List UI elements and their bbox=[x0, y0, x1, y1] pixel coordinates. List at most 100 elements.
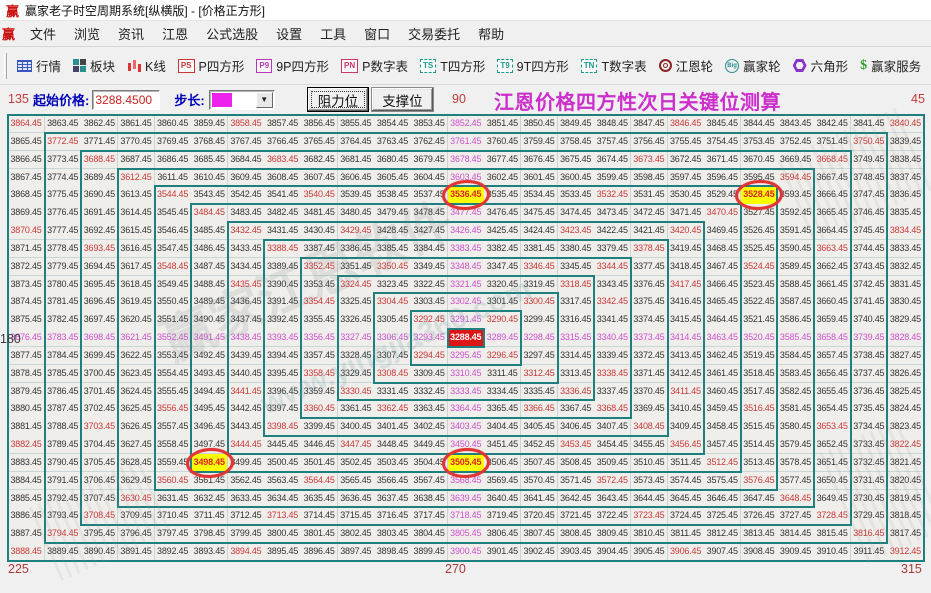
toolbar-button[interactable]: T9 9T四方形 bbox=[491, 53, 574, 78]
menu-item[interactable]: 浏览 bbox=[65, 22, 109, 45]
grid-cell: 3866.45 bbox=[8, 150, 46, 169]
menu-item[interactable]: 设置 bbox=[267, 22, 311, 45]
grid-cell: 3407.45 bbox=[594, 418, 632, 437]
resistance-button[interactable]: 阻力位 bbox=[306, 87, 370, 112]
menu-item[interactable]: 资讯 bbox=[109, 22, 153, 45]
grid-cell: 3775.45 bbox=[44, 186, 82, 205]
menu-item[interactable]: 工具 bbox=[311, 22, 355, 45]
grid-cell: 3562.45 bbox=[227, 471, 265, 491]
grid-cell: 3874.45 bbox=[8, 293, 46, 312]
grid-cell: 3704.45 bbox=[81, 436, 119, 455]
grid-cell: 3454.45 bbox=[594, 436, 632, 455]
grid-cell: 3831.45 bbox=[887, 275, 925, 294]
grid-cell: 3679.45 bbox=[411, 150, 449, 169]
grid-cell: 3440.45 bbox=[227, 364, 265, 384]
menu-item[interactable]: 文件 bbox=[21, 22, 65, 45]
grid-cell: 3725.45 bbox=[704, 507, 742, 526]
grid-cell: 3768.45 bbox=[191, 132, 229, 152]
grid-cell: 3688.45 bbox=[81, 150, 119, 169]
app-window: 赢 赢家老子时空周期系统[纵横版] - [价格正方形] 赢 文件 浏览 资讯 江恩 公式… bbox=[0, 0, 931, 593]
toolbar-button[interactable]: 板块 bbox=[67, 53, 121, 78]
toolbar-grip[interactable] bbox=[4, 52, 7, 79]
menu-item[interactable]: 江恩 bbox=[153, 22, 197, 45]
grid-cell: 3857.45 bbox=[264, 115, 302, 134]
grid-cell: 3476.45 bbox=[484, 204, 522, 223]
toolbar-button[interactable]: 江恩轮 bbox=[653, 53, 720, 78]
grid-cell: 3620.45 bbox=[117, 311, 156, 330]
menu-item[interactable]: 帮助 bbox=[469, 22, 513, 45]
support-button[interactable]: 支撑位 bbox=[371, 87, 434, 112]
grid-cell: 3751.45 bbox=[814, 132, 852, 152]
grid-cell: 3577.45 bbox=[777, 471, 815, 491]
grid-cell: 3575.45 bbox=[704, 471, 742, 491]
grid-cell: 3623.45 bbox=[117, 364, 156, 384]
grid-cell: 3516.45 bbox=[740, 400, 778, 419]
toolbar-button[interactable]: Big 赢家轮 bbox=[719, 53, 787, 78]
grid-cell: 3467.45 bbox=[704, 257, 742, 277]
toolbar-button[interactable]: TN T数字表 bbox=[575, 53, 653, 78]
grid-cell: 3662.45 bbox=[814, 257, 852, 277]
grid-cell: 3362.45 bbox=[374, 400, 412, 419]
grid-cell: 3436.45 bbox=[227, 293, 265, 312]
step-combobox[interactable]: ▼ bbox=[208, 89, 275, 110]
grid-cell: 3497.45 bbox=[191, 436, 229, 455]
grid-cell: 3359.45 bbox=[301, 382, 339, 401]
grid-cell: 3824.45 bbox=[887, 400, 925, 419]
grid-cell: 3629.45 bbox=[117, 471, 156, 491]
grid-cell: 3552.45 bbox=[154, 329, 192, 348]
combobox-dropdown-icon[interactable]: ▼ bbox=[255, 91, 273, 108]
grid-cell: 3743.45 bbox=[850, 257, 888, 277]
grid-cell: 3795.45 bbox=[81, 525, 119, 544]
grid-cell: 3612.45 bbox=[117, 168, 156, 187]
grid-cell: 3549.45 bbox=[154, 275, 192, 294]
grid-cell: 3568.45 bbox=[447, 471, 485, 491]
toolbar-button[interactable]: $ 赢家服务 bbox=[854, 53, 927, 78]
grid-cell: 3653.45 bbox=[814, 418, 852, 437]
grid-cell: 3834.45 bbox=[887, 222, 925, 241]
grid-cell: 3587.45 bbox=[777, 293, 815, 312]
grid-cell: 3822.45 bbox=[887, 436, 925, 455]
dollar-icon: $ bbox=[860, 57, 868, 73]
menu-item[interactable]: 窗口 bbox=[355, 22, 399, 45]
grid-cell: 3818.45 bbox=[887, 507, 925, 526]
grid-cell: 3730.45 bbox=[850, 489, 888, 508]
grid-cell: 3596.45 bbox=[704, 168, 742, 187]
start-price-input[interactable] bbox=[92, 89, 161, 110]
grid-cell: 3858.45 bbox=[227, 115, 265, 134]
grid-cell: 3471.45 bbox=[667, 204, 705, 223]
grid-cell: 3758.45 bbox=[557, 132, 595, 152]
grid-cell: 3530.45 bbox=[667, 186, 705, 205]
grid-cell: 3325.45 bbox=[337, 293, 375, 312]
grid-cell: 3331.45 bbox=[374, 382, 412, 401]
grid-cell: 3519.45 bbox=[740, 346, 778, 366]
grid-cell: 3746.45 bbox=[850, 204, 888, 223]
menu-item[interactable]: 公式选股 bbox=[197, 22, 267, 45]
grid-cell: 3670.45 bbox=[740, 150, 778, 169]
grid-cell: 3313.45 bbox=[557, 364, 595, 384]
toolbar-button[interactable]: K线 bbox=[121, 53, 172, 78]
grid-cell: 3899.45 bbox=[411, 543, 449, 562]
toolbar-button[interactable]: 六角形 bbox=[787, 53, 855, 78]
start-price-label: 起始价格: bbox=[33, 93, 90, 108]
grid-cell: 3644.45 bbox=[630, 489, 668, 508]
grid-cell: 3559.45 bbox=[154, 453, 192, 473]
grid-cell: 3333.45 bbox=[447, 382, 485, 401]
grid-cell: 3435.45 bbox=[227, 275, 265, 294]
grid-cell: 3860.45 bbox=[154, 115, 192, 134]
grid-cell: 3892.45 bbox=[154, 543, 192, 562]
grid-cell: 3495.45 bbox=[191, 400, 229, 419]
step-color-swatch bbox=[211, 92, 232, 107]
grid-cell: 3791.45 bbox=[44, 471, 82, 491]
grid-cell: 3446.45 bbox=[301, 436, 339, 455]
grid-cell: 3335.45 bbox=[520, 382, 559, 401]
menu-item[interactable]: 交易委托 bbox=[399, 22, 469, 45]
grid-cell: 3630.45 bbox=[117, 489, 156, 508]
toolbar-button[interactable]: P9 9P四方形 bbox=[250, 53, 335, 78]
toolbar-button[interactable]: PS P四方形 bbox=[172, 53, 251, 78]
toolbar-button[interactable]: PN P数字表 bbox=[335, 53, 414, 78]
grid-cell: 3290.45 bbox=[484, 311, 522, 330]
grid-cell: 3541.45 bbox=[264, 186, 302, 205]
toolbar-button[interactable]: TS T四方形 bbox=[414, 53, 491, 78]
toolbar-button[interactable]: 行情 bbox=[11, 53, 67, 78]
grid-cell: 3617.45 bbox=[117, 257, 156, 277]
